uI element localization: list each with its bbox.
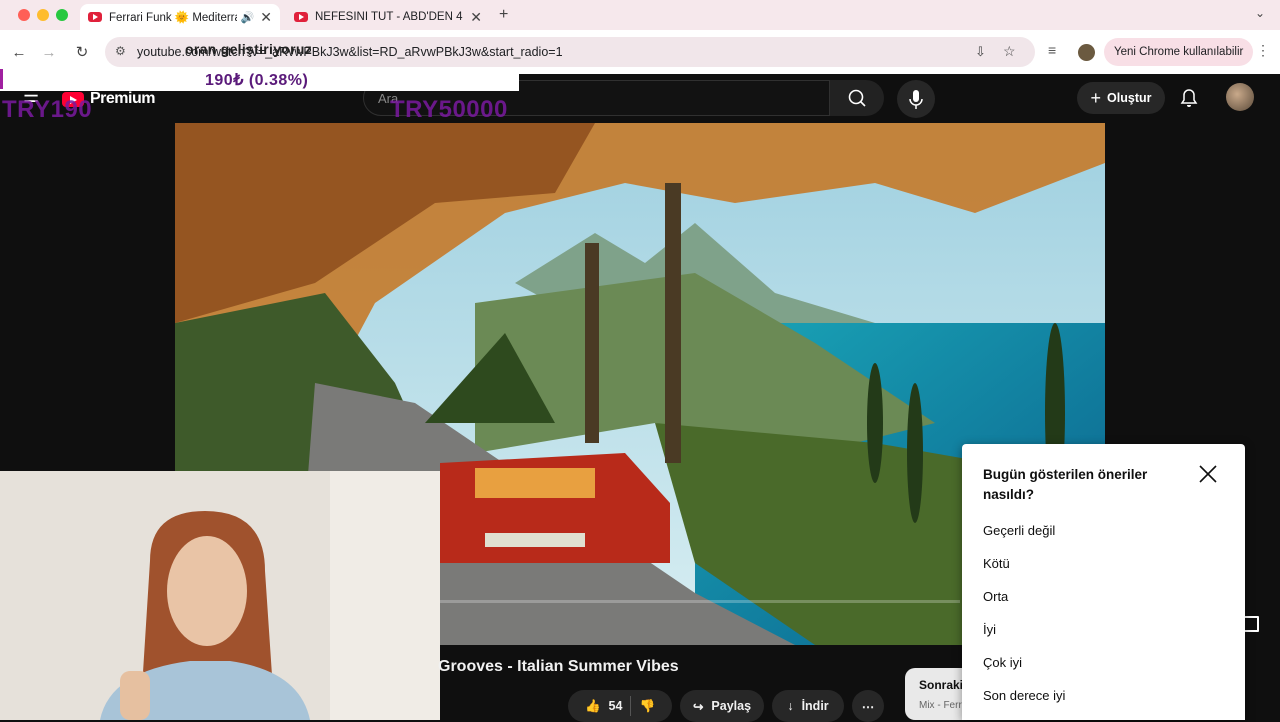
survey-question: Bugün gösterilen öneriler nasıldı? bbox=[983, 467, 1148, 502]
chrome-update-button[interactable]: Yeni Chrome kullanılabilir bbox=[1104, 38, 1254, 66]
download-label: İndir bbox=[801, 699, 829, 713]
survey-option-bad[interactable]: Kötü bbox=[983, 556, 1010, 571]
tab-ferrari-funk[interactable]: Ferrari Funk 🌞 Mediterra 🔊 ✕ bbox=[80, 4, 280, 30]
create-label: Oluştur bbox=[1107, 91, 1152, 105]
thumbs-up-icon: 👍 bbox=[584, 698, 601, 713]
youtube-favicon-icon bbox=[294, 12, 308, 22]
profile-avatar-icon[interactable] bbox=[1078, 44, 1095, 61]
tab-search-chevron-icon[interactable]: ⌄ bbox=[1255, 6, 1265, 20]
notifications-bell-icon[interactable] bbox=[1180, 88, 1198, 108]
media-controls-icon[interactable]: ≡ bbox=[1048, 42, 1056, 58]
survey-option-good[interactable]: İyi bbox=[983, 622, 996, 637]
like-dislike-group: 👍 54 👎 bbox=[568, 690, 672, 722]
video-progress-bar[interactable] bbox=[440, 600, 960, 603]
kebab-menu-icon[interactable]: ⋮ bbox=[1256, 42, 1270, 59]
close-icon[interactable] bbox=[1197, 463, 1219, 485]
ticker-value: 190₺ (0.38%) bbox=[205, 72, 309, 89]
install-app-icon[interactable]: ⇩ bbox=[975, 44, 986, 60]
reload-icon[interactable]: ↻ bbox=[70, 40, 94, 64]
overlay-left-amount: TRY190 bbox=[2, 96, 93, 123]
price-ticker: 190₺ (0.38%) bbox=[0, 69, 519, 91]
site-settings-icon[interactable]: ⚙ bbox=[115, 44, 126, 58]
speaker-icon[interactable]: 🔊 bbox=[241, 11, 255, 24]
survey-option-not-applicable[interactable]: Geçerli değil bbox=[983, 523, 1055, 538]
download-icon: ↓ bbox=[787, 699, 794, 713]
forward-arrow-icon[interactable]: → bbox=[37, 40, 61, 64]
video-title: Grooves - Italian Summer Vibes bbox=[438, 658, 679, 675]
webcam-overlay bbox=[0, 471, 440, 720]
tab-nefesini-tut[interactable]: NEFESİNİ TUT - ABD'DEN 4 G ✕ bbox=[286, 4, 490, 30]
browser-toolbar: ← → ↻ ⚙ youtube.com/watch?v=_aRvwPBkJ3w&… bbox=[0, 30, 1280, 74]
up-next-label: Sonraki: bbox=[919, 678, 968, 692]
youtube-favicon-icon bbox=[88, 12, 102, 22]
recommendation-survey-popup: Bugün gösterilen öneriler nasıldı? Geçer… bbox=[962, 444, 1245, 720]
up-next-subtitle: Mix - Ferr bbox=[919, 700, 962, 711]
like-button[interactable]: 👍 54 bbox=[585, 699, 622, 714]
webcam-person-image bbox=[0, 471, 440, 720]
overlay-center-amount: TRY50000 bbox=[390, 96, 508, 123]
new-tab-icon[interactable]: + bbox=[499, 6, 508, 24]
tab-title: Ferrari Funk 🌞 Mediterra bbox=[109, 12, 237, 24]
minimize-window-button[interactable] bbox=[37, 9, 49, 21]
browser-tab-bar: Ferrari Funk 🌞 Mediterra 🔊 ✕ NEFESİNİ TU… bbox=[0, 0, 1280, 30]
share-button[interactable]: ↪ Paylaş bbox=[680, 690, 764, 722]
survey-option-average[interactable]: Orta bbox=[983, 589, 1008, 604]
logo-text: Premium bbox=[90, 90, 155, 107]
share-label: Paylaş bbox=[711, 699, 752, 713]
tab-title: NEFESİNİ TUT - ABD'DEN 4 G bbox=[315, 11, 465, 23]
download-button[interactable]: ↓ İndir bbox=[772, 690, 844, 722]
survey-option-excellent[interactable]: Son derece iyi bbox=[983, 688, 1065, 703]
maximize-window-button[interactable] bbox=[56, 9, 68, 21]
search-icon bbox=[848, 89, 866, 107]
create-button[interactable]: + Oluştur bbox=[1077, 82, 1165, 114]
search-button[interactable] bbox=[830, 80, 884, 116]
fullscreen-icon[interactable] bbox=[1243, 616, 1259, 632]
tab-close-icon[interactable]: ✕ bbox=[470, 9, 482, 26]
close-window-button[interactable] bbox=[18, 9, 30, 21]
account-avatar[interactable] bbox=[1226, 83, 1254, 111]
back-arrow-icon[interactable]: ← bbox=[7, 40, 31, 64]
tab-close-icon[interactable]: ✕ bbox=[260, 9, 272, 26]
ticker-accent-bar bbox=[0, 69, 3, 89]
address-bar[interactable]: ⚙ youtube.com/watch?v=_aRvwPBkJ3w&list=R… bbox=[105, 37, 1035, 67]
thumbs-down-icon: 👎 bbox=[639, 698, 656, 713]
microphone-icon bbox=[909, 90, 923, 109]
dislike-button[interactable]: 👎 bbox=[639, 699, 655, 714]
more-actions-button[interactable]: ⋯ bbox=[852, 690, 884, 722]
plus-icon: + bbox=[1090, 87, 1102, 108]
share-arrow-icon: ↪ bbox=[692, 699, 704, 714]
like-count: 54 bbox=[608, 699, 623, 713]
bookmark-star-icon[interactable]: ☆ bbox=[1003, 43, 1016, 60]
url-overlay-text: oran geliştiriyoruz bbox=[185, 41, 313, 57]
more-dots-icon: ⋯ bbox=[861, 699, 875, 714]
voice-search-button[interactable] bbox=[897, 80, 935, 118]
divider bbox=[630, 696, 632, 716]
survey-option-very-good[interactable]: Çok iyi bbox=[983, 655, 1022, 670]
